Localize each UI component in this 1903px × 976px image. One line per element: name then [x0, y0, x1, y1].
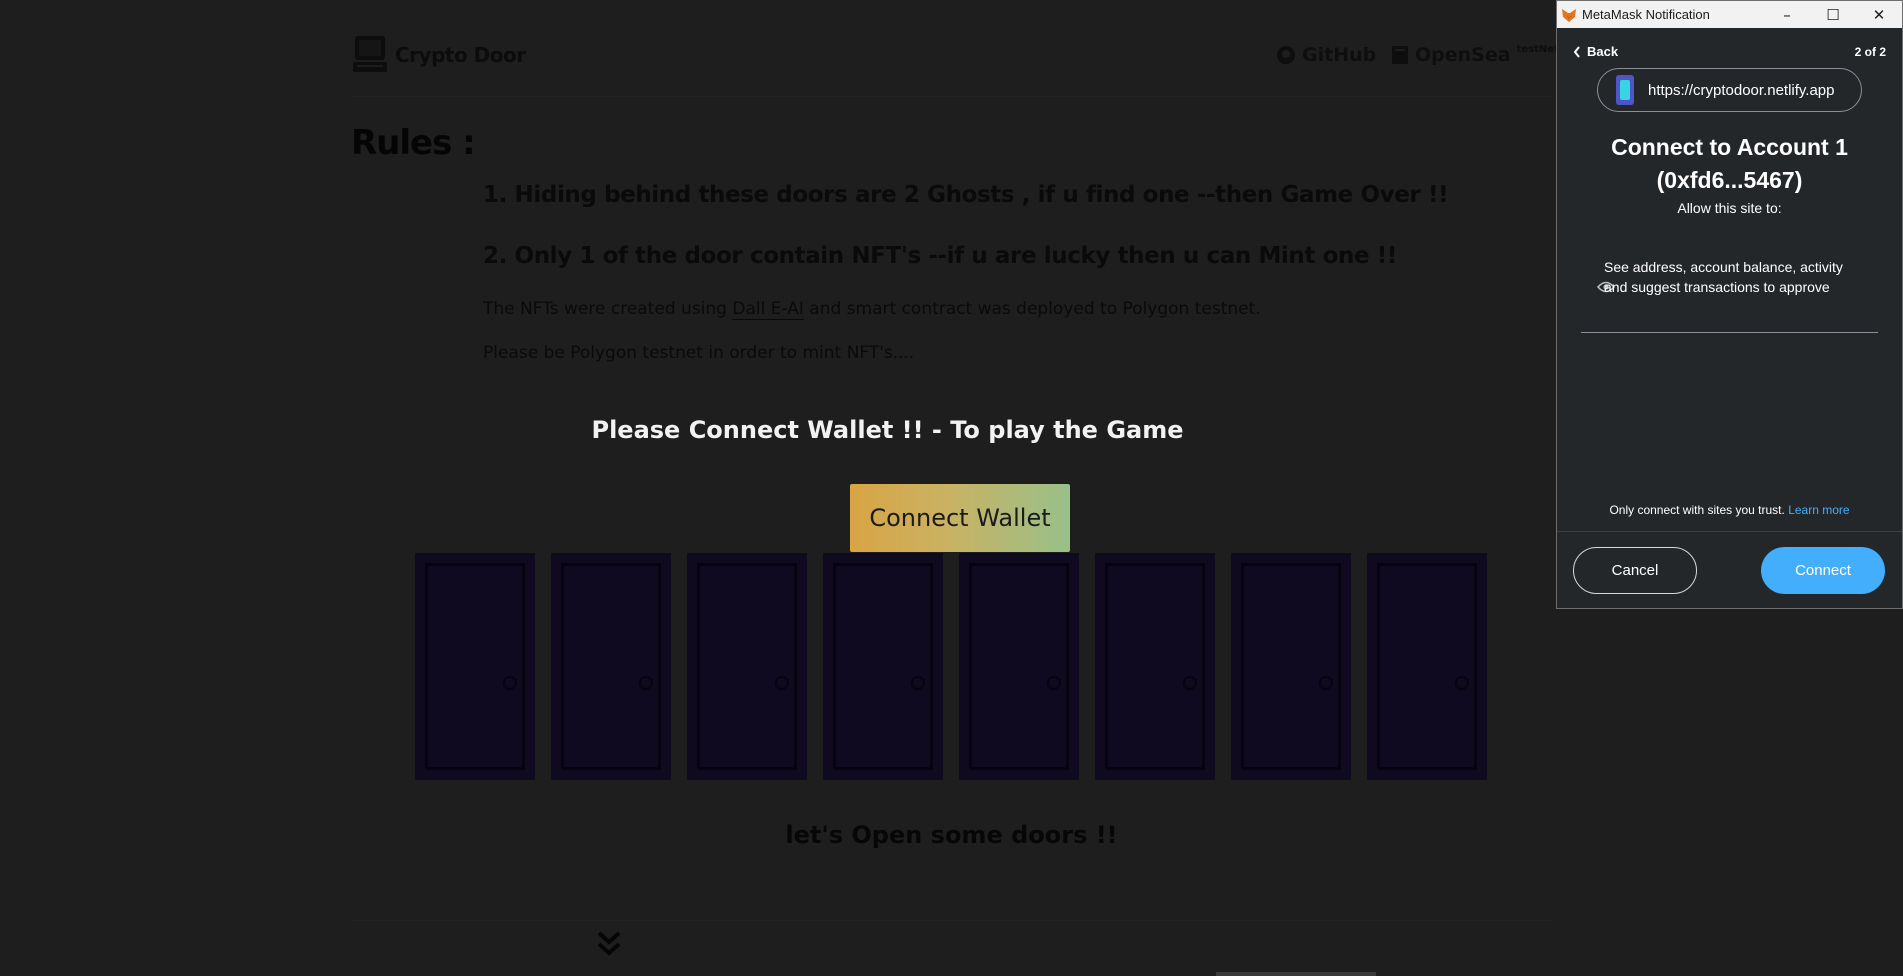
footer-divider — [351, 920, 1551, 921]
permission-divider — [1581, 332, 1878, 333]
footer-divider — [1557, 531, 1902, 532]
computer-icon — [353, 36, 387, 72]
door[interactable] — [823, 553, 943, 780]
network-note: Please be Polygon testnet in order to mi… — [483, 343, 915, 363]
allow-label: Allow this site to: — [1677, 200, 1782, 216]
book-icon — [1392, 46, 1408, 64]
description-text-start: The NFTs were created using — [483, 299, 733, 319]
door[interactable] — [1095, 553, 1215, 780]
window-title: MetaMask Notification — [1582, 7, 1710, 22]
dalle-link[interactable]: Dall E-AI — [732, 299, 804, 320]
page-count: 2 of 2 — [1854, 45, 1886, 59]
door-knob — [1183, 676, 1197, 690]
lets-open-heading: let's Open some doors !! — [0, 821, 1903, 849]
account-address: (0xfd6...5467) — [1656, 167, 1803, 193]
door-panel — [1241, 563, 1341, 770]
door-knob — [911, 676, 925, 690]
door-panel — [697, 563, 797, 770]
nav-opensea[interactable]: OpenSea testNet — [1391, 44, 1559, 66]
header-divider — [351, 96, 1551, 97]
door[interactable] — [1367, 553, 1487, 780]
nav-opensea-label: OpenSea — [1415, 44, 1511, 66]
close-icon[interactable]: ✕ — [1856, 6, 1902, 24]
connect-heading-line1: Connect to Account 1 — [1611, 134, 1848, 160]
trust-text: Only connect with sites you trust. — [1609, 503, 1789, 517]
site-favicon-icon — [1616, 75, 1634, 105]
door-panel — [833, 563, 933, 770]
trust-note: Only connect with sites you trust. Learn… — [1557, 503, 1902, 517]
nav-github[interactable]: GitHub — [1276, 44, 1376, 66]
permission-text: See address, account balance, activity a… — [1604, 259, 1843, 295]
door-knob — [1455, 676, 1469, 690]
connect-wallet-button[interactable]: Connect Wallet — [850, 484, 1070, 552]
door-panel — [1377, 563, 1477, 770]
door[interactable] — [959, 553, 1079, 780]
rule-1: 1. Hiding behind these doors are 2 Ghost… — [483, 182, 1449, 208]
metamask-window: MetaMask Notification – ☐ ✕ Back 2 of 2 … — [1556, 0, 1903, 609]
door-knob — [1047, 676, 1061, 690]
cancel-button[interactable]: Cancel — [1573, 547, 1697, 594]
minimize-icon[interactable]: – — [1764, 6, 1810, 24]
back-button[interactable]: Back — [1573, 44, 1618, 59]
chevron-double-down-icon[interactable] — [596, 930, 622, 958]
metamask-titlebar: MetaMask Notification – ☐ ✕ — [1557, 1, 1902, 28]
lets-open-text: let's Open some doors !! — [785, 821, 1118, 849]
nav-github-label: GitHub — [1302, 44, 1377, 66]
horizontal-scrollbar[interactable] — [1216, 972, 1376, 976]
door-panel — [1105, 563, 1205, 770]
door-panel — [425, 563, 525, 770]
metamask-fox-icon — [1562, 8, 1576, 22]
connect-button[interactable]: Connect — [1761, 547, 1885, 594]
back-label: Back — [1587, 44, 1619, 59]
maximize-icon[interactable]: ☐ — [1810, 6, 1856, 24]
github-icon — [1277, 46, 1295, 64]
description-paragraph: The NFTs were created using Dall E-AI an… — [483, 299, 1261, 320]
site-url: https://cryptodoor.netlify.app — [1648, 81, 1835, 99]
door[interactable] — [551, 553, 671, 780]
testnet-badge: testNet — [1516, 43, 1559, 55]
door[interactable] — [687, 553, 807, 780]
door-knob — [1319, 676, 1333, 690]
door-panel — [969, 563, 1069, 770]
site-logo[interactable]: Crypto Door — [351, 34, 526, 76]
door-knob — [775, 676, 789, 690]
rules-heading: Rules : — [351, 123, 476, 163]
learn-more-link[interactable]: Learn more — [1788, 503, 1849, 517]
connect-prompt-text: Please Connect Wallet !! - To play the G… — [591, 416, 1184, 444]
door-panel — [561, 563, 661, 770]
door-row — [415, 553, 1487, 780]
chevron-left-icon — [1573, 45, 1580, 58]
door-knob — [639, 676, 653, 690]
site-url-pill: https://cryptodoor.netlify.app — [1597, 68, 1862, 112]
connect-heading: Connect to Account 1 (0xfd6...5467) — [1557, 131, 1902, 197]
door[interactable] — [415, 553, 535, 780]
door-knob — [503, 676, 517, 690]
site-title: Crypto Door — [395, 43, 526, 67]
rule-2: 2. Only 1 of the door contain NFT's --if… — [483, 243, 1397, 269]
door[interactable] — [1231, 553, 1351, 780]
description-text-end: and smart contract was deployed to Polyg… — [803, 299, 1261, 319]
